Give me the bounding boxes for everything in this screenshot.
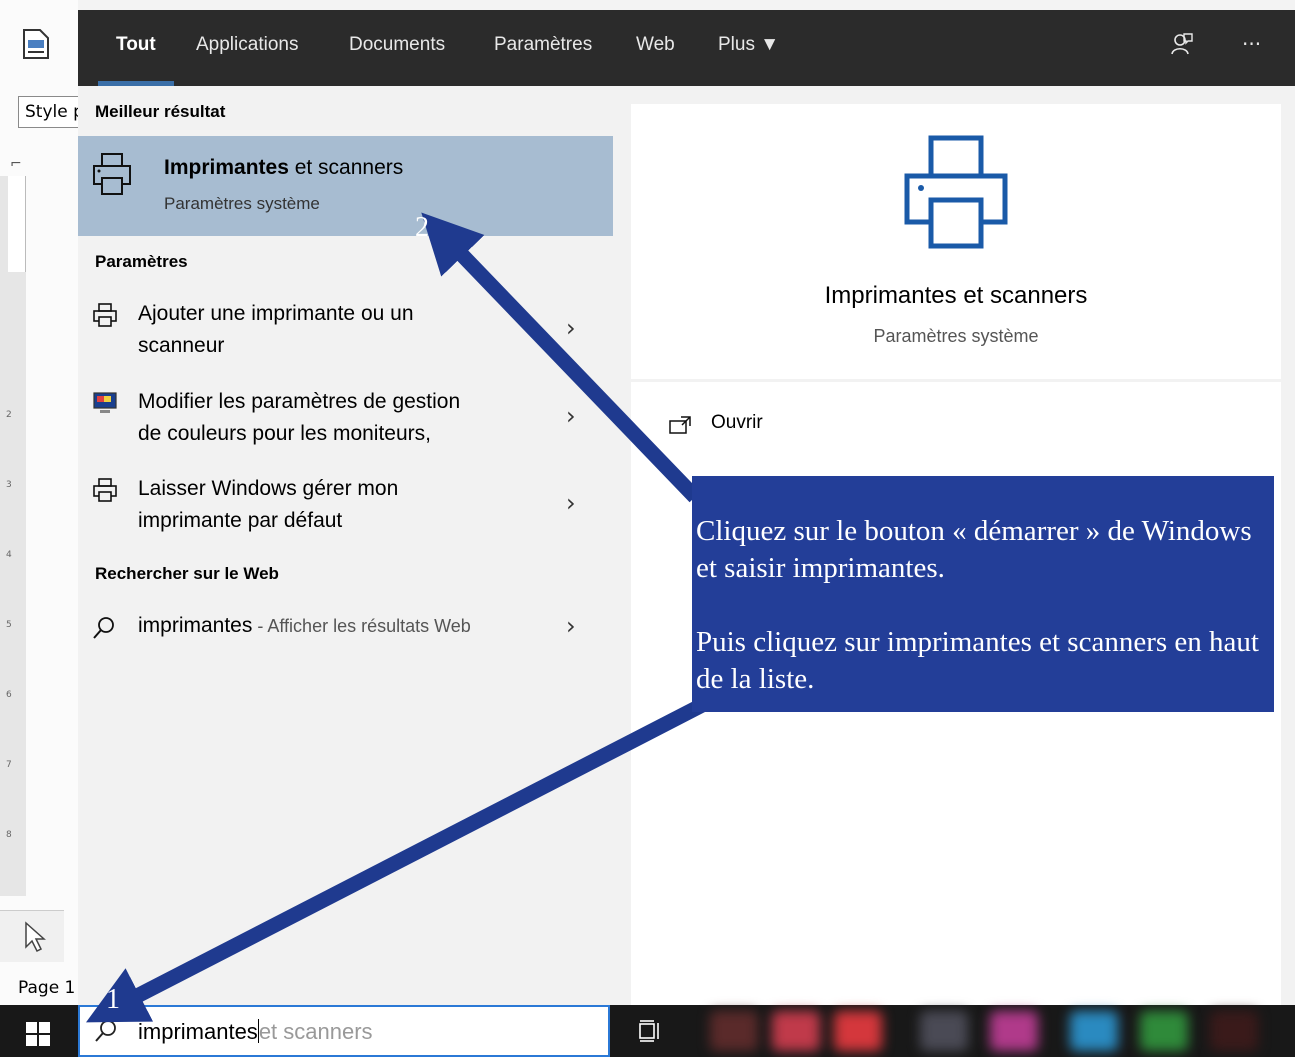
ruler-mark: 5 bbox=[6, 620, 12, 630]
preview-card: Imprimantes et scanners Paramètres systè… bbox=[631, 104, 1281, 379]
taskbar-app-icon[interactable] bbox=[1070, 1011, 1118, 1051]
preview-title: Imprimantes et scanners bbox=[824, 282, 1088, 309]
chevron-right-icon[interactable]: › bbox=[566, 402, 576, 430]
open-action[interactable]: Ouvrir bbox=[711, 412, 763, 434]
search-autocomplete-hint: et scanners bbox=[258, 1019, 373, 1044]
tab-all[interactable]: Tout bbox=[116, 34, 156, 56]
ruler-corner: ⌐ bbox=[10, 156, 22, 172]
results-list: Meilleur résultat Imprimantes et scanner… bbox=[78, 86, 613, 1005]
ruler-margin bbox=[8, 176, 26, 272]
step-2-label: 2 bbox=[415, 212, 429, 243]
setting-label-line: imprimante par défaut bbox=[138, 509, 343, 532]
pointer-icon bbox=[25, 921, 46, 953]
background-app-window: Style p ⌐ 2 3 4 5 6 7 8 Page 1 bbox=[0, 0, 98, 1005]
ruler-mark: 3 bbox=[6, 480, 12, 490]
printer-icon bbox=[93, 478, 117, 502]
ruler-mark: 6 bbox=[6, 690, 12, 700]
best-match-result[interactable]: Imprimantes et scanners Paramètres systè… bbox=[78, 136, 613, 236]
web-search-heading: Rechercher sur le Web bbox=[95, 564, 279, 583]
search-query: imprimanteset scanners bbox=[138, 1019, 373, 1045]
setting-label: Ajouter une imprimante ou un scanneur bbox=[138, 298, 538, 362]
taskbar-app-icon[interactable] bbox=[1140, 1011, 1188, 1051]
best-match-title: Imprimantes et scanners bbox=[164, 156, 403, 180]
taskbar-app-icon[interactable] bbox=[772, 1011, 820, 1051]
taskbar-app-icon[interactable] bbox=[990, 1011, 1038, 1051]
printer-icon bbox=[904, 135, 1008, 249]
writer-app-icon[interactable] bbox=[22, 28, 50, 60]
setting-label-line: Ajouter une imprimante ou un bbox=[138, 302, 414, 325]
taskbar-app-icon[interactable] bbox=[834, 1011, 882, 1051]
page-indicator: Page 1 bbox=[18, 978, 76, 998]
printer-icon bbox=[93, 303, 117, 327]
taskbar: imprimanteset scanners bbox=[0, 1005, 1295, 1057]
vertical-ruler bbox=[0, 176, 26, 896]
setting-label: Laisser Windows gérer mon imprimante par… bbox=[138, 473, 538, 537]
setting-label-line: Laisser Windows gérer mon bbox=[138, 477, 399, 500]
windows-start-icon[interactable] bbox=[26, 1022, 50, 1046]
setting-label-line: scanneur bbox=[138, 334, 225, 357]
web-result-hint: - Afficher les résultats Web bbox=[252, 616, 471, 636]
tab-documents[interactable]: Documents bbox=[349, 34, 445, 56]
ruler-mark: 2 bbox=[6, 410, 12, 420]
search-typed-text: imprimantes bbox=[138, 1019, 258, 1044]
setting-color-management[interactable]: Modifier les paramètres de gestion de co… bbox=[78, 386, 613, 466]
monitor-icon bbox=[93, 392, 117, 413]
taskbar-search-input[interactable]: imprimanteset scanners bbox=[78, 1005, 610, 1057]
web-search-result[interactable]: imprimantes - Afficher les résultats Web… bbox=[78, 612, 613, 654]
best-match-heading: Meilleur résultat bbox=[95, 102, 226, 121]
instruction-paragraph: Cliquez sur le bouton « démarrer » de Wi… bbox=[696, 515, 1252, 584]
setting-label-line: de couleurs pour les moniteurs, bbox=[138, 422, 431, 445]
search-icon bbox=[95, 1020, 116, 1042]
setting-label: Modifier les paramètres de gestion de co… bbox=[138, 386, 538, 450]
open-external-icon bbox=[669, 416, 691, 434]
printer-icon bbox=[93, 153, 131, 195]
taskbar-app-icon[interactable] bbox=[920, 1011, 968, 1051]
web-result-label: imprimantes - Afficher les résultats Web bbox=[138, 614, 471, 638]
step-1-label: 1 bbox=[106, 984, 120, 1015]
feedback-icon[interactable] bbox=[1170, 32, 1194, 58]
ruler-mark: 4 bbox=[6, 550, 12, 560]
tab-more[interactable]: Plus ▼ bbox=[718, 34, 779, 56]
tab-settings[interactable]: Paramètres bbox=[494, 34, 592, 56]
chevron-right-icon[interactable]: › bbox=[566, 314, 576, 342]
more-options-icon[interactable]: ··· bbox=[1242, 32, 1261, 56]
preview-subtitle: Paramètres système bbox=[873, 326, 1039, 346]
taskbar-app-icon[interactable] bbox=[710, 1011, 758, 1051]
task-view-icon[interactable] bbox=[638, 1019, 662, 1043]
instruction-paragraph: Puis cliquez sur imprimantes et scanners… bbox=[696, 626, 1259, 695]
ruler-mark: 7 bbox=[6, 760, 12, 770]
setting-add-printer[interactable]: Ajouter une imprimante ou un scanneur › bbox=[78, 298, 613, 378]
search-icon bbox=[93, 617, 114, 639]
best-match-title-rest: et scanners bbox=[288, 156, 404, 179]
instruction-callout: Cliquez sur le bouton « démarrer » de Wi… bbox=[692, 476, 1274, 712]
settings-heading: Paramètres bbox=[95, 252, 188, 271]
setting-default-printer[interactable]: Laisser Windows gérer mon imprimante par… bbox=[78, 473, 613, 553]
web-query: imprimantes bbox=[138, 614, 253, 637]
best-match-subtitle: Paramètres système bbox=[164, 194, 320, 213]
best-match-title-bold: Imprimantes bbox=[164, 156, 289, 179]
select-tool[interactable] bbox=[0, 910, 64, 962]
chevron-right-icon[interactable]: › bbox=[566, 489, 576, 517]
tab-web[interactable]: Web bbox=[636, 34, 675, 56]
ruler-mark: 8 bbox=[6, 830, 12, 840]
taskbar-app-icon[interactable] bbox=[1210, 1011, 1258, 1051]
chevron-right-icon[interactable]: › bbox=[566, 612, 576, 640]
tab-applications[interactable]: Applications bbox=[196, 34, 298, 56]
search-filter-bar: Tout Applications Documents Paramètres W… bbox=[78, 10, 1295, 86]
setting-label-line: Modifier les paramètres de gestion bbox=[138, 390, 461, 413]
